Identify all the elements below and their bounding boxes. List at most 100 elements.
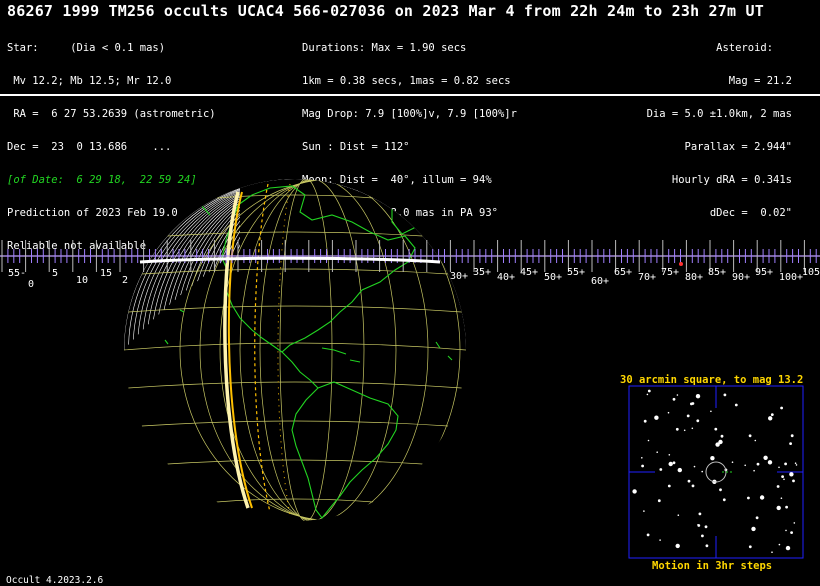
inset-title: 30 arcmin square, to mag 13.2 <box>620 374 804 386</box>
field-star <box>722 498 726 502</box>
field-star <box>667 411 670 414</box>
field-star <box>763 455 768 460</box>
field-star <box>646 533 650 537</box>
field-star <box>783 478 785 481</box>
field-star <box>744 464 746 467</box>
field-star <box>784 462 787 466</box>
field-star <box>723 393 727 397</box>
scale-label: 50+ <box>544 272 562 283</box>
field-star <box>770 413 774 416</box>
field-star <box>677 514 680 516</box>
field-star <box>698 512 702 516</box>
field-star <box>647 439 650 442</box>
field-star <box>748 545 752 549</box>
scale-label: 95+ <box>755 267 773 278</box>
field-star <box>696 419 700 423</box>
field-star <box>677 467 682 473</box>
field-star <box>755 516 759 520</box>
field-star <box>778 543 781 546</box>
field-star <box>656 451 658 454</box>
field-star <box>641 464 644 468</box>
field-star <box>632 489 637 494</box>
limb-hatch-mask <box>240 179 466 521</box>
inset-frame <box>628 385 804 559</box>
field-star <box>785 505 788 509</box>
field-star <box>643 510 645 512</box>
scale-label: 55- <box>8 268 26 279</box>
field-star <box>776 505 781 511</box>
field-star <box>719 488 722 492</box>
field-star <box>710 410 712 413</box>
field-star <box>785 545 791 551</box>
field-star <box>715 442 720 447</box>
field-star <box>659 539 661 541</box>
field-star <box>753 469 755 472</box>
field-star <box>776 485 780 488</box>
earth-globe-plot: 0 55- 5 10 15 2 30+ 35+ 40+ 45+ 50+ 55+ … <box>0 179 820 559</box>
scale-label: 80+ <box>685 272 703 283</box>
field-star <box>676 394 679 396</box>
field-star <box>705 544 709 548</box>
field-star <box>691 402 695 405</box>
field-star <box>647 389 651 393</box>
field-star <box>780 406 783 410</box>
field-star <box>668 454 671 456</box>
field-star <box>646 393 649 396</box>
field-star <box>790 531 793 534</box>
field-star <box>785 529 787 532</box>
field-star <box>789 472 794 477</box>
scale-label: 75+ <box>661 267 679 278</box>
field-star <box>654 415 659 420</box>
field-star <box>704 525 708 529</box>
field-star <box>659 468 663 471</box>
field-star <box>672 397 676 401</box>
scale-label: 40+ <box>497 272 515 283</box>
field-star <box>793 522 796 524</box>
field-star <box>759 495 765 500</box>
field-star <box>683 429 686 432</box>
field-star <box>780 497 783 500</box>
field-star <box>778 466 780 469</box>
field-star <box>748 434 752 438</box>
field-star <box>641 457 643 459</box>
field-star <box>695 394 701 399</box>
scale-label: 90+ <box>732 272 750 283</box>
field-star <box>734 403 738 407</box>
scale-label: 85+ <box>708 267 726 278</box>
app-version: Occult 4.2023.2.6 <box>6 575 104 586</box>
scale-label: 2 <box>122 275 128 286</box>
scale-label: 105 <box>802 267 820 278</box>
field-star <box>768 416 773 421</box>
field-star <box>643 419 647 423</box>
field-star <box>691 427 694 430</box>
field-star <box>672 461 676 465</box>
star-field-inset <box>628 385 804 559</box>
scale-label: 10 <box>76 275 88 286</box>
field-star <box>701 470 703 473</box>
scale-label: 100+ <box>779 272 803 283</box>
field-star <box>795 464 798 466</box>
event-marker <box>679 262 683 266</box>
field-star <box>691 484 695 488</box>
field-star <box>792 479 795 483</box>
scale-label: 70+ <box>638 272 656 283</box>
field-star <box>751 526 756 532</box>
field-star <box>747 496 750 500</box>
scale-label: 60+ <box>591 276 609 287</box>
scale-label: 5 <box>52 268 58 279</box>
field-star <box>794 462 797 465</box>
field-star <box>771 551 773 553</box>
field-star <box>789 442 792 445</box>
field-star <box>781 475 784 478</box>
field-star <box>693 465 696 468</box>
inset-footer: Motion in 3hr steps <box>652 560 773 572</box>
field-star <box>714 427 718 431</box>
field-star <box>687 479 691 483</box>
field-star <box>767 460 773 465</box>
field-star <box>675 543 680 549</box>
scale-label: 35+ <box>473 267 491 278</box>
field-star <box>668 461 673 467</box>
field-star <box>675 427 679 431</box>
field-star <box>720 434 724 438</box>
scale-label: 65+ <box>614 267 632 278</box>
